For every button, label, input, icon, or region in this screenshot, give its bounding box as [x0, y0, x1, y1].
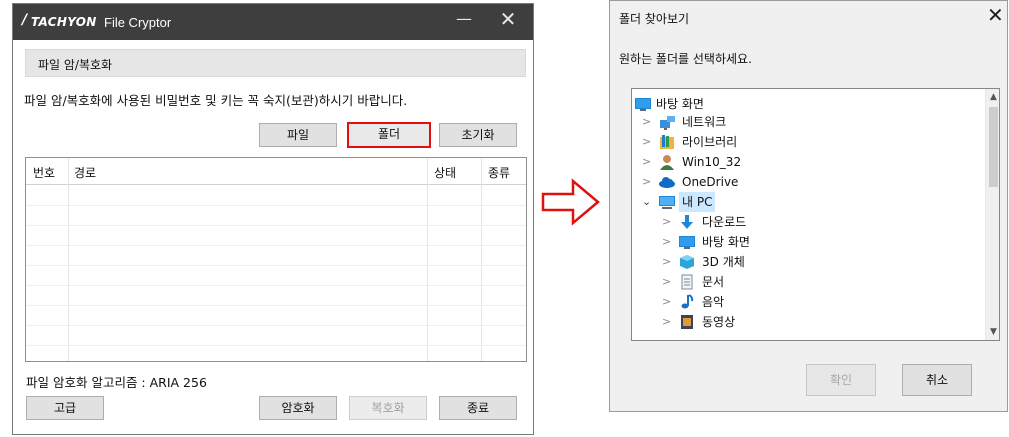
music-icon	[681, 294, 694, 309]
folder-button[interactable]: 폴더	[347, 122, 431, 148]
tree-item-user[interactable]: > Win10_32	[642, 152, 962, 172]
tree-item-label: 내 PC	[679, 192, 716, 212]
vertical-scrollbar[interactable]: ▲ ▼	[985, 89, 999, 340]
cancel-button[interactable]: 취소	[902, 364, 972, 396]
decrypt-button[interactable]: 복호화	[349, 396, 427, 420]
video-icon	[681, 315, 693, 329]
file-cryptor-window: / TACHYON File Cryptor — ✕ 파일 암/복호화 파일 암…	[12, 3, 534, 435]
desktop-icon	[635, 98, 651, 111]
dialog-close-button[interactable]: ✕	[987, 4, 1004, 26]
tree-item-desktop[interactable]: > 바탕 화면	[662, 232, 962, 252]
column-divider	[68, 158, 69, 361]
minimize-button[interactable]: —	[451, 10, 477, 32]
column-divider	[427, 158, 428, 361]
tree-item-onedrive[interactable]: > OneDrive	[642, 172, 962, 192]
tree-item-videos[interactable]: > 동영상	[662, 312, 962, 332]
tree-item-label: OneDrive	[682, 175, 739, 189]
chevron-right-icon[interactable]: >	[662, 272, 674, 292]
row-divider	[26, 245, 526, 246]
row-divider	[26, 325, 526, 326]
chevron-right-icon[interactable]: >	[662, 292, 674, 312]
chevron-right-icon[interactable]: >	[642, 172, 654, 192]
algorithm-label: 파일 암호화 알고리즘 : ARIA 256	[26, 375, 207, 390]
tree-item-label: Win10_32	[682, 155, 742, 169]
section-title: 파일 암/복호화	[38, 58, 113, 72]
row-divider	[26, 345, 526, 346]
chevron-right-icon[interactable]: >	[662, 232, 674, 252]
row-divider	[26, 305, 526, 306]
file-table[interactable]: 번호 경로 상태 종류	[25, 157, 527, 362]
table-header: 번호 경로 상태 종류	[26, 158, 526, 185]
exit-button[interactable]: 종료	[439, 396, 517, 420]
tree-item-label: 3D 개체	[702, 255, 745, 269]
column-header-type[interactable]: 종류	[488, 164, 510, 181]
cube-icon	[680, 255, 694, 269]
column-header-number[interactable]: 번호	[33, 164, 55, 181]
column-header-path[interactable]: 경로	[74, 164, 96, 181]
brand-name: TACHYON	[31, 15, 97, 29]
row-divider	[26, 205, 526, 206]
tree-item-label: 문서	[702, 275, 725, 289]
tree-item-label: 동영상	[702, 315, 736, 329]
encrypt-button[interactable]: 암호화	[259, 396, 337, 420]
tree-item-music[interactable]: > 음악	[662, 292, 962, 312]
computer-icon	[659, 196, 675, 209]
chevron-right-icon[interactable]: >	[642, 132, 654, 152]
scroll-thumb[interactable]	[989, 107, 998, 187]
tree-item-label: 다운로드	[702, 215, 747, 229]
ok-button[interactable]: 확인	[806, 364, 876, 396]
tachyon-logo-icon: /	[22, 12, 28, 28]
tree-item-3d-objects[interactable]: > 3D 개체	[662, 252, 962, 272]
chevron-down-icon[interactable]: ⌄	[642, 192, 654, 212]
chevron-right-icon[interactable]: >	[662, 252, 674, 272]
dialog-title: 폴더 찾아보기	[619, 12, 690, 26]
section-header: 파일 암/복호화	[25, 49, 526, 77]
chevron-right-icon[interactable]: >	[642, 152, 654, 172]
tree-item-network[interactable]: > 네트워크	[642, 112, 962, 132]
scroll-down-icon[interactable]: ▼	[986, 324, 999, 340]
row-divider	[26, 265, 526, 266]
tree-item-label: 라이브러리	[682, 135, 738, 149]
document-icon	[681, 274, 693, 290]
tree-item-this-pc[interactable]: ⌄ 내 PC	[642, 192, 962, 212]
dialog-prompt: 원하는 폴더를 선택하세요.	[619, 52, 752, 66]
user-icon	[660, 155, 674, 170]
advanced-button[interactable]: 고급	[26, 396, 104, 420]
cloud-icon	[659, 177, 675, 188]
network-icon	[660, 116, 675, 130]
tree-item-label: 음악	[702, 295, 725, 309]
chevron-right-icon[interactable]: >	[662, 312, 674, 332]
app-name: File Cryptor	[104, 15, 172, 30]
column-divider	[481, 158, 482, 361]
scroll-up-icon[interactable]: ▲	[986, 89, 999, 105]
row-divider	[26, 285, 526, 286]
tree-item-label: 바탕 화면	[656, 97, 704, 111]
close-button[interactable]: ✕	[495, 8, 521, 32]
browse-folder-dialog: 폴더 찾아보기 ✕ 원하는 폴더를 선택하세요. 바탕 화면 > 네트워크 > …	[609, 0, 1008, 412]
folder-tree[interactable]: 바탕 화면 > 네트워크 > 라이브러리 > Win10_32 > OneDri…	[631, 88, 1000, 341]
library-icon	[660, 135, 674, 149]
title-bar: / TACHYON File Cryptor — ✕	[13, 4, 533, 40]
tree-item-documents[interactable]: > 문서	[662, 272, 962, 292]
column-header-status[interactable]: 상태	[434, 164, 456, 181]
file-button[interactable]: 파일	[259, 123, 337, 147]
tree-item-libraries[interactable]: > 라이브러리	[642, 132, 962, 152]
tree-item-downloads[interactable]: > 다운로드	[662, 212, 962, 232]
tree-item-desktop-root[interactable]: 바탕 화면	[634, 94, 964, 114]
chevron-right-icon[interactable]: >	[642, 112, 654, 132]
tree-item-label: 네트워크	[682, 115, 727, 129]
chevron-right-icon[interactable]: >	[662, 212, 674, 232]
row-divider	[26, 225, 526, 226]
download-icon	[681, 215, 693, 229]
desktop-icon	[679, 236, 695, 249]
tree-item-label: 바탕 화면	[702, 235, 750, 249]
notice-text: 파일 암/복호화에 사용된 비밀번호 및 키는 꼭 숙지(보관)하시기 바랍니다…	[24, 93, 408, 108]
right-arrow-icon	[541, 178, 600, 226]
reset-button[interactable]: 초기화	[439, 123, 517, 147]
